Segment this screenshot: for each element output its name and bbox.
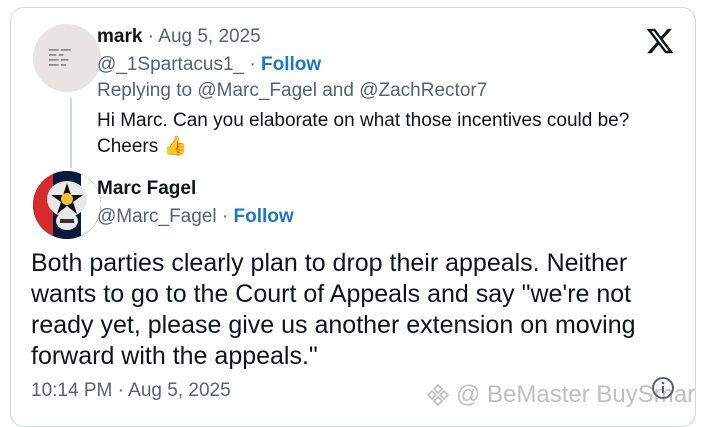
replying-prefix: Replying to — [97, 80, 193, 101]
replying-to-line: Replying to @Marc_Fagel and @ZachRector7 — [97, 80, 487, 102]
thumbs-up-emoji: 👍 — [163, 136, 188, 157]
avatar-mark[interactable]: ▬▬▬▬ ▬▬▬▬ ▬▬▬ ▬▬ ▬▬▬▬ ▬▬▬ ▬▬▬▬ ▬▬ — [33, 24, 101, 92]
reply-author-handle[interactable]: @_1Spartacus1_ — [97, 54, 244, 75]
reply-handle-row: @_1Spartacus1_ · Follow — [97, 54, 321, 76]
info-icon[interactable] — [651, 376, 675, 400]
main-tweet-text: Both parties clearly plan to drop their … — [31, 249, 636, 370]
avatar-note-text: ▬▬▬▬ ▬▬▬▬ ▬▬▬ ▬▬ ▬▬▬▬ ▬▬▬ ▬▬▬▬ ▬▬ — [49, 47, 71, 67]
reply-header: mark · Aug 5, 2025 — [97, 26, 261, 48]
tweet-card: ▬▬▬▬ ▬▬▬▬ ▬▬▬ ▬▬ ▬▬▬▬ ▬▬▬ ▬▬▬▬ ▬▬ mark · Au… — [10, 7, 696, 427]
binance-diamond-icon — [426, 383, 450, 407]
reply-author-name[interactable]: mark — [97, 26, 142, 47]
main-author-handle[interactable]: @Marc_Fagel — [97, 206, 217, 227]
reply-follow-button[interactable]: Follow — [261, 54, 321, 75]
main-handle-row: @Marc_Fagel · Follow — [97, 206, 294, 228]
reply-handle-separator: · — [249, 54, 256, 75]
main-author-name[interactable]: Marc Fagel — [97, 178, 196, 199]
reply-body: Hi Marc. Can you elaborate on what those… — [97, 108, 657, 160]
replying-user-2[interactable]: @ZachRector7 — [359, 80, 487, 101]
thread-line — [70, 98, 72, 168]
main-follow-button[interactable]: Follow — [234, 206, 294, 227]
replying-user-1[interactable]: @Marc_Fagel — [197, 80, 317, 101]
avatar-marc-fagel[interactable] — [33, 171, 101, 239]
x-logo-icon[interactable] — [645, 26, 675, 56]
reply-separator: · — [147, 26, 155, 47]
main-timestamp[interactable]: 10:14 PM · Aug 5, 2025 — [31, 380, 231, 402]
replying-and: and — [322, 80, 354, 101]
main-header: Marc Fagel — [97, 178, 196, 200]
steal-your-face-icon — [33, 171, 101, 239]
reply-date[interactable]: Aug 5, 2025 — [158, 26, 260, 47]
main-handle-separator: · — [221, 206, 229, 227]
